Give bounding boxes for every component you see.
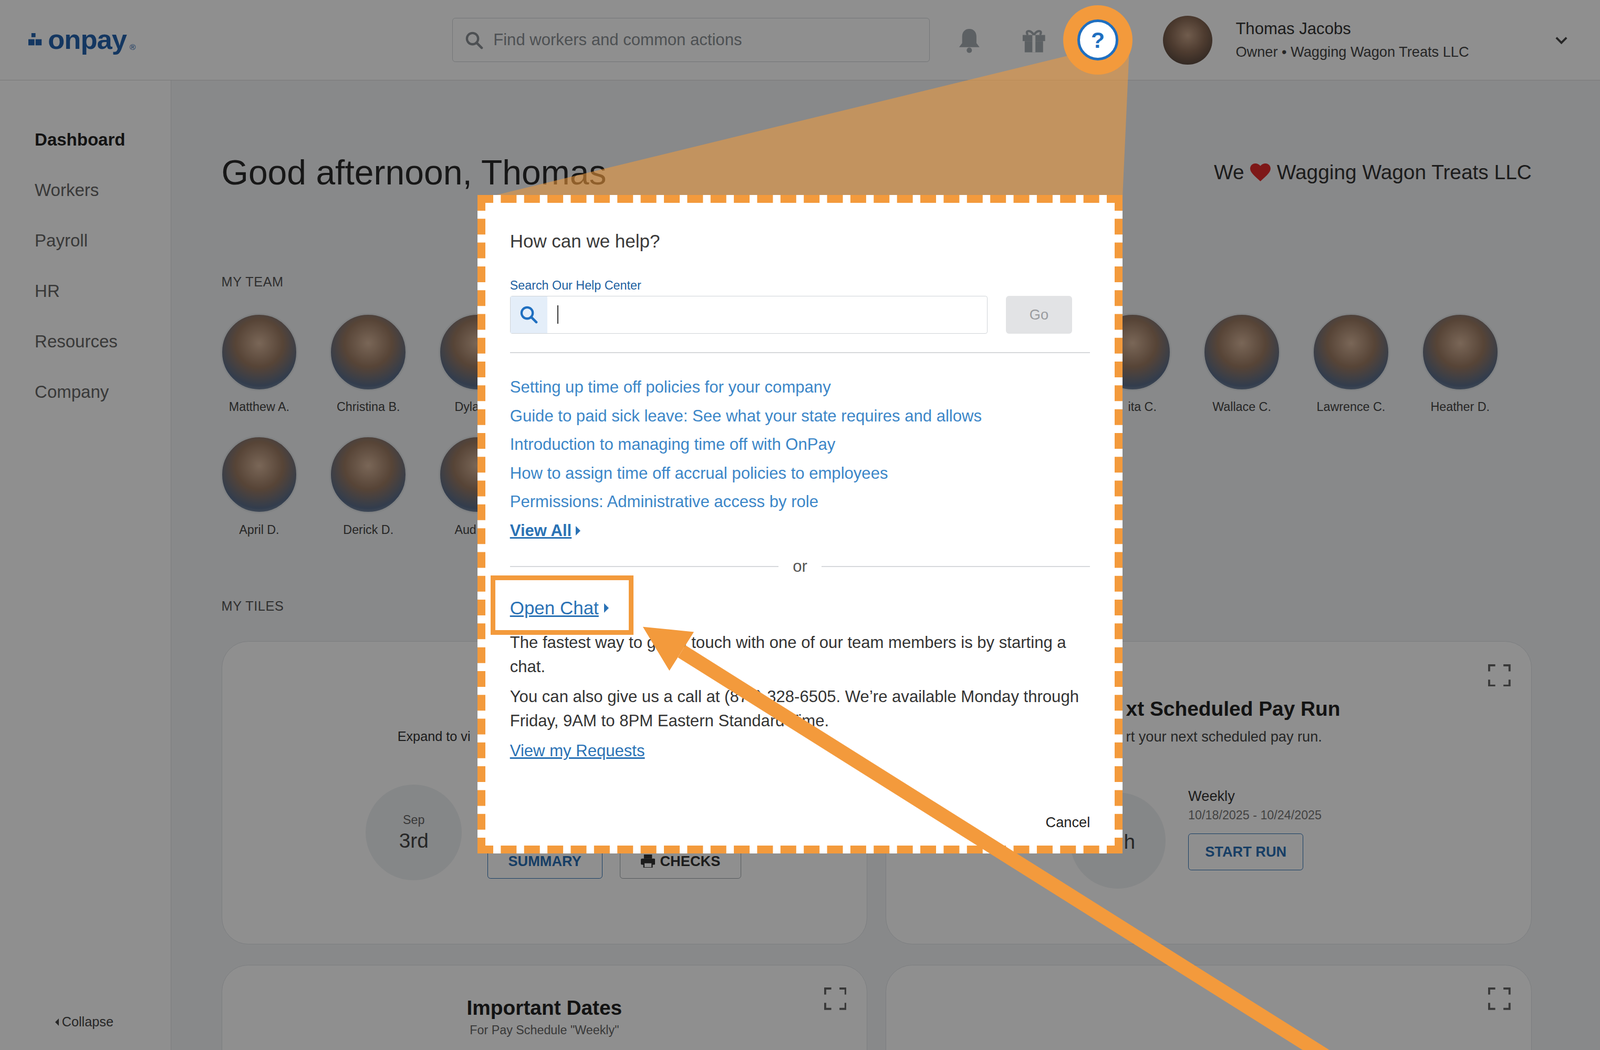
help-button[interactable]: ? xyxy=(1063,5,1133,75)
open-chat-label: Open Chat xyxy=(510,597,599,619)
divider-line xyxy=(510,351,1091,353)
call-description: You can also give us a call at (877) 328… xyxy=(510,684,1091,733)
dialog-title: How can we help? xyxy=(510,231,1091,252)
help-search-input[interactable] xyxy=(547,296,987,334)
help-icon: ? xyxy=(1077,19,1119,61)
text-cursor xyxy=(557,305,559,324)
article-link[interactable]: Introduction to managing time off with O… xyxy=(510,430,1091,459)
go-button[interactable]: Go xyxy=(1005,295,1073,334)
caret-right-icon xyxy=(604,603,609,613)
article-link[interactable]: Permissions: Administrative access by ro… xyxy=(510,487,1091,516)
or-divider: or xyxy=(510,555,1091,577)
article-list: Setting up time off policies for your co… xyxy=(510,372,1091,545)
view-requests-link[interactable]: View my Requests xyxy=(510,738,646,764)
article-link[interactable]: Guide to paid sick leave: See what your … xyxy=(510,401,1091,431)
or-label: or xyxy=(792,556,808,576)
view-all-link[interactable]: View All xyxy=(510,515,1091,545)
search-icon-box xyxy=(510,296,548,334)
caret-right-icon xyxy=(575,525,581,536)
article-link[interactable]: Setting up time off policies for your co… xyxy=(510,372,1091,402)
help-search-row: Go xyxy=(510,295,1091,334)
help-dialog: How can we help? Search Our Help Center Go… xyxy=(477,194,1123,854)
search-label: Search Our Help Center xyxy=(510,278,1091,293)
divider-line xyxy=(821,565,1090,567)
cancel-button[interactable]: Cancel xyxy=(1045,813,1091,830)
help-search-field[interactable] xyxy=(510,295,988,334)
view-all-label: View All xyxy=(510,521,572,540)
divider-line xyxy=(510,565,779,567)
article-link[interactable]: How to assign time off accrual policies … xyxy=(510,459,1091,488)
help-dialog-content: How can we help? Search Our Help Center Go… xyxy=(485,202,1115,846)
chat-description: The fastest way to get in touch with one… xyxy=(510,630,1091,679)
app-window: onpay®?Thomas JacobsOwner • Wagging Wago… xyxy=(0,0,1600,1050)
open-chat-link[interactable]: Open Chat xyxy=(510,593,609,622)
search-icon xyxy=(519,305,538,324)
